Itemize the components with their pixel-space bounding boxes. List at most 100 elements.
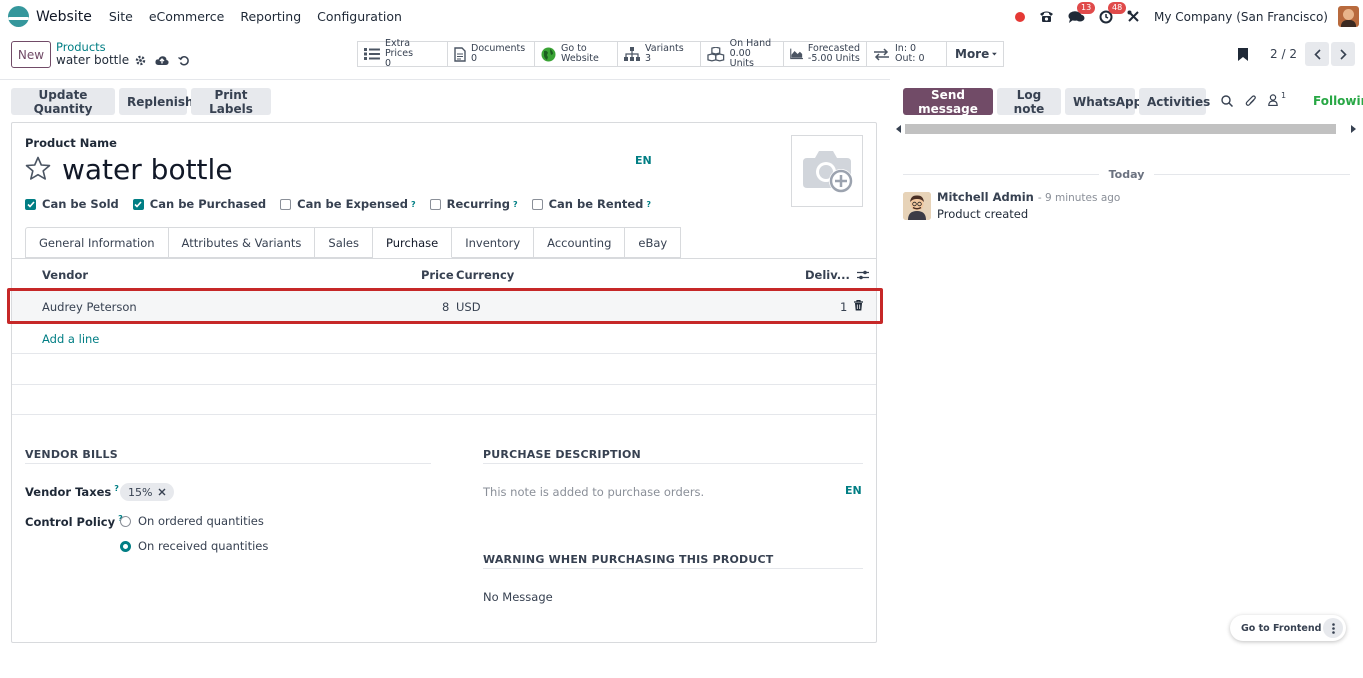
smart-button-extra-prices[interactable]: Extra Prices 0: [358, 39, 448, 69]
checkbox-checked-icon: [132, 198, 144, 210]
smart-button-in-out[interactable]: In: 0 Out: 0: [867, 42, 947, 66]
log-note-button[interactable]: Log note: [997, 88, 1061, 116]
tab-attributes-variants[interactable]: Attributes & Variants: [168, 227, 316, 258]
table-divider: [12, 414, 876, 415]
trash-icon[interactable]: [854, 300, 863, 311]
control-policy-label-text: Control Policy: [25, 514, 116, 529]
control-panel: New Products water bottle Extra Prices 0 …: [0, 33, 1363, 79]
can-be-rented-checkbox[interactable]: Can be Rented?: [531, 197, 651, 211]
product-image-upload[interactable]: [791, 135, 863, 207]
replenish-button[interactable]: Replenish: [119, 88, 194, 115]
purchase-description-input[interactable]: This note is added to purchase orders.: [483, 485, 704, 499]
menu-item-configuration[interactable]: Configuration: [317, 9, 402, 24]
message-author[interactable]: Mitchell Admin: [937, 190, 1034, 204]
cloud-upload-icon[interactable]: [155, 55, 169, 66]
phone-icon[interactable]: [1039, 10, 1054, 23]
activities-clock-icon[interactable]: 48: [1099, 1, 1127, 24]
tab-sales[interactable]: Sales: [315, 227, 373, 258]
pager-next-button[interactable]: [1331, 42, 1355, 66]
paperclip-icon[interactable]: [1245, 94, 1257, 108]
search-icon[interactable]: [1221, 95, 1233, 107]
tab-purchase[interactable]: Purchase: [373, 227, 453, 258]
smart-button-on-hand[interactable]: On Hand 0.00 Units: [701, 39, 784, 69]
radio-on-ordered[interactable]: On ordered quantities: [120, 514, 264, 528]
pager-value[interactable]: 2 / 2: [1270, 47, 1297, 61]
menu-item-site[interactable]: Site: [109, 9, 133, 24]
add-a-line-link[interactable]: Add a line: [42, 332, 99, 346]
table-divider: [12, 353, 876, 354]
debug-tools-icon[interactable]: [1127, 10, 1140, 23]
status-dot-icon[interactable]: [1015, 11, 1026, 22]
update-quantity-button[interactable]: Update Quantity: [11, 88, 115, 116]
activities-button[interactable]: Activities: [1139, 88, 1210, 115]
smart-button-documents[interactable]: Documents 0: [448, 42, 535, 66]
purchase-description-lang-button[interactable]: EN: [845, 484, 862, 497]
pager-previous-button[interactable]: [1305, 42, 1329, 66]
help-tooltip-icon[interactable]: ?: [114, 484, 119, 493]
checkbox-unchecked-icon: [429, 198, 441, 210]
main-menu: Site eCommerce Reporting Configuration: [101, 9, 410, 24]
column-header-currency[interactable]: Currency: [456, 268, 514, 282]
discard-undo-icon[interactable]: [178, 55, 189, 66]
row-vendor[interactable]: Audrey Peterson: [42, 300, 137, 314]
scrollbar-thumb[interactable]: [905, 124, 1336, 134]
can-be-purchased-label: Can be Purchased: [149, 197, 267, 211]
can-be-sold-checkbox[interactable]: Can be Sold: [25, 197, 119, 211]
tab-general-information[interactable]: General Information: [25, 227, 169, 258]
warning-select[interactable]: No Message: [483, 590, 553, 604]
user-avatar[interactable]: [1338, 6, 1359, 27]
row-price[interactable]: 8: [442, 300, 449, 314]
scroll-right-arrow-icon[interactable]: [1350, 125, 1356, 133]
column-header-vendor[interactable]: Vendor: [42, 268, 88, 282]
column-header-price[interactable]: Price: [421, 268, 454, 282]
tab-accounting[interactable]: Accounting: [534, 227, 626, 258]
app-brand[interactable]: Website: [8, 6, 92, 27]
smart-button-go-to-website[interactable]: Go to Website: [535, 42, 618, 66]
followers-button[interactable]: 1: [1268, 91, 1286, 106]
row-currency[interactable]: USD: [456, 300, 481, 314]
scroll-left-arrow-icon[interactable]: [896, 125, 902, 133]
help-tooltip-icon[interactable]: ?: [411, 200, 416, 209]
radio-on-received-label: On received quantities: [138, 539, 269, 553]
go-to-frontend-button[interactable]: Go to Frontend: [1241, 623, 1321, 634]
print-labels-button[interactable]: Print Labels: [191, 88, 271, 116]
column-header-delivery[interactable]: Deliv...: [805, 268, 850, 282]
purchase-description-title: PURCHASE DESCRIPTION: [483, 448, 641, 461]
messages-icon[interactable]: 13: [1068, 1, 1096, 24]
company-switcher[interactable]: My Company (San Francisco): [1154, 10, 1328, 24]
breadcrumb-products[interactable]: Products: [56, 40, 106, 54]
menu-item-ecommerce[interactable]: eCommerce: [149, 9, 225, 24]
radio-on-received[interactable]: On received quantities: [120, 539, 268, 553]
smart-button-forecasted[interactable]: Forecasted -5.00 Units: [784, 42, 867, 66]
activities-badge: 48: [1108, 1, 1127, 14]
vendor-bills-title: VENDOR BILLS: [25, 448, 118, 461]
tag-remove-icon[interactable]: [158, 488, 166, 496]
menu-item-reporting[interactable]: Reporting: [240, 9, 301, 24]
optional-columns-toggle-icon[interactable]: [857, 270, 869, 280]
variants-value: 3: [645, 53, 652, 64]
smart-button-variants[interactable]: Variants 3: [618, 42, 701, 66]
help-tooltip-icon[interactable]: ?: [513, 200, 518, 209]
more-dropdown[interactable]: More: [947, 42, 1003, 66]
can-be-expensed-checkbox[interactable]: Can be Expensed?: [280, 197, 416, 211]
help-tooltip-icon[interactable]: ?: [646, 200, 651, 209]
document-icon: [454, 46, 466, 62]
row-delivery[interactable]: 1: [840, 300, 847, 314]
tab-inventory[interactable]: Inventory: [452, 227, 535, 258]
favorite-star-icon[interactable]: [25, 156, 51, 181]
tab-ebay[interactable]: eBay: [625, 227, 682, 258]
send-message-button[interactable]: Send message: [903, 88, 993, 116]
author-avatar[interactable]: [903, 192, 931, 220]
product-name-field[interactable]: water bottle: [62, 153, 233, 186]
bookmark-icon[interactable]: [1238, 47, 1249, 61]
kebab-menu-icon[interactable]: [1323, 618, 1343, 638]
whatsapp-button[interactable]: WhatsApp: [1065, 88, 1142, 115]
following-button[interactable]: Following: [1313, 94, 1363, 108]
new-button[interactable]: New: [11, 41, 51, 68]
area-chart-icon: [790, 48, 803, 60]
can-be-purchased-checkbox[interactable]: Can be Purchased: [132, 197, 267, 211]
product-name-lang-button[interactable]: EN: [635, 154, 652, 167]
recurring-checkbox[interactable]: Recurring?: [429, 197, 518, 211]
horizontal-scrollbar[interactable]: [896, 124, 1356, 134]
gear-icon[interactable]: [135, 55, 146, 66]
